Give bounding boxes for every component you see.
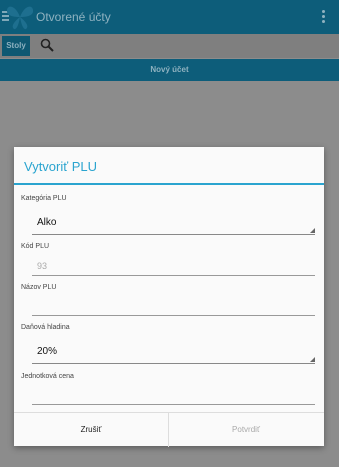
dropdown-arrow-icon — [310, 357, 315, 362]
tab-bar: Stoly — [0, 34, 339, 58]
tax-value: 20% — [37, 346, 58, 357]
unit-price-label: Jednotková cena — [21, 373, 74, 380]
tax-label: Daňová hladina — [21, 324, 70, 331]
dropdown-arrow-icon — [310, 228, 315, 233]
butterfly-logo-icon — [6, 6, 34, 30]
new-account-button[interactable]: Nový účet — [0, 59, 339, 81]
code-label: Kód PLU — [21, 243, 50, 250]
cancel-button[interactable]: Zrušiť — [14, 413, 169, 447]
name-label: Názov PLU — [21, 284, 57, 291]
category-label: Kategória PLU — [21, 195, 67, 202]
title-divider — [14, 183, 324, 185]
overflow-menu-icon[interactable] — [322, 10, 325, 25]
category-value: Alko — [37, 217, 57, 228]
app-bar: Otvorené účty — [0, 0, 339, 34]
create-plu-dialog: Vytvoriť PLU Kategória PLU Alko Kód PLU … — [14, 147, 324, 447]
tab-stoly[interactable]: Stoly — [2, 36, 30, 56]
name-field[interactable] — [32, 299, 315, 316]
app-title: Otvorené účty — [36, 10, 111, 24]
unit-price-field[interactable] — [32, 388, 315, 405]
dialog-button-bar: Zrušiť Potvrdiť — [14, 412, 324, 447]
category-select[interactable]: Alko — [32, 214, 315, 235]
confirm-button[interactable]: Potvrdiť — [169, 413, 323, 447]
search-icon[interactable] — [40, 38, 54, 52]
tax-select[interactable]: 20% — [32, 343, 315, 364]
dialog-title: Vytvoriť PLU — [24, 159, 98, 174]
code-value: 93 — [37, 261, 48, 271]
code-field: 93 — [32, 259, 315, 276]
